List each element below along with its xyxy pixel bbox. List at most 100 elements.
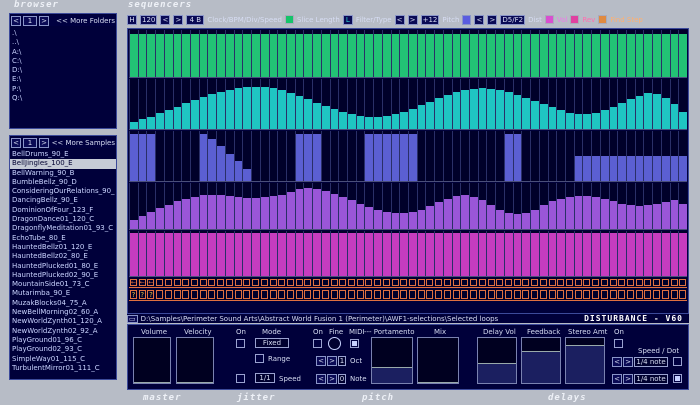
sample-item[interactable]: DragonflyMeditation01_93_C (10, 224, 116, 233)
delay-on-checkbox[interactable] (614, 339, 623, 348)
sample-item[interactable]: EchoTube_80_E (10, 234, 116, 243)
step-cell[interactable] (234, 290, 242, 299)
sample-item[interactable]: NewBellMorning02_60_A (10, 308, 116, 317)
step-bar[interactable] (339, 233, 347, 276)
step-bar[interactable] (356, 233, 365, 276)
step-bar[interactable] (531, 101, 539, 129)
step-cell[interactable] (435, 279, 443, 286)
step-bar[interactable] (156, 33, 164, 77)
step-cell[interactable] (653, 279, 661, 286)
step-bar[interactable] (618, 203, 626, 229)
step-bar[interactable] (295, 233, 304, 276)
step-bar[interactable] (347, 200, 356, 229)
step-cell[interactable] (339, 279, 347, 286)
feedback-slider[interactable] (521, 337, 561, 384)
step-bar[interactable] (609, 156, 618, 181)
sample-item[interactable]: PlayGround01_96_C (10, 336, 116, 345)
step-cell[interactable] (365, 279, 373, 286)
step-bar[interactable] (522, 97, 531, 129)
sample-item[interactable]: TurbulentMirror01_111_C (10, 364, 116, 373)
step-bar[interactable] (164, 110, 173, 129)
step-bar[interactable] (260, 196, 269, 229)
step-cell[interactable] (513, 290, 521, 299)
step-cell[interactable] (443, 279, 451, 286)
step-bar[interactable] (269, 195, 278, 229)
delay2-next-button[interactable]: > (623, 374, 633, 384)
step-bar[interactable] (496, 90, 504, 129)
step-cell[interactable] (348, 290, 355, 299)
step-bar[interactable] (208, 233, 217, 276)
step-cell[interactable] (304, 290, 312, 299)
step-bar[interactable] (252, 197, 260, 229)
step-bar[interactable] (278, 194, 286, 229)
sample-item[interactable]: DragonDance01_120_C (10, 215, 116, 224)
step-bar[interactable] (531, 233, 539, 276)
note-step-prev-button[interactable]: < (316, 374, 326, 384)
step-bar[interactable] (478, 88, 487, 129)
step-cell[interactable] (531, 279, 539, 286)
step-cell[interactable] (199, 290, 207, 299)
step-bar[interactable] (138, 233, 147, 276)
step-bar[interactable] (182, 103, 191, 129)
step-bar[interactable] (295, 33, 304, 77)
step-bar[interactable] (286, 33, 295, 77)
step-cell[interactable] (260, 290, 268, 299)
sample-item[interactable]: BumbleBellz_90_D (10, 178, 116, 187)
stereo-amt-slider[interactable] (565, 337, 605, 384)
step-bar[interactable] (164, 233, 173, 276)
folder-item[interactable]: ..\ (10, 38, 116, 47)
step-bar[interactable] (156, 208, 164, 229)
step-cell[interactable] (295, 290, 303, 299)
step-bar[interactable] (243, 33, 252, 77)
step-bar[interactable] (504, 92, 513, 129)
step-bar[interactable] (304, 233, 313, 276)
step-bar[interactable] (191, 33, 199, 77)
step-cell[interactable] (461, 290, 469, 299)
lane-find-steps[interactable]: ??? (129, 289, 687, 301)
step-cell[interactable] (435, 290, 443, 299)
step-bar[interactable] (487, 233, 496, 276)
step-bar[interactable] (426, 206, 435, 229)
sample-item[interactable]: Mutarimba_90_E (10, 289, 116, 298)
step-bar[interactable] (661, 233, 670, 276)
step-bar[interactable] (391, 233, 400, 276)
h-button[interactable]: H (127, 14, 137, 25)
step-bar[interactable] (461, 233, 470, 276)
step-cell[interactable]: ? (138, 290, 146, 299)
step-bar[interactable] (626, 205, 635, 229)
step-bar[interactable] (626, 33, 635, 77)
step-bar[interactable] (583, 33, 592, 77)
delay-vol-slider[interactable] (477, 337, 517, 384)
step-cell[interactable] (679, 290, 687, 299)
step-bar[interactable] (592, 233, 600, 276)
step-bar[interactable] (653, 33, 661, 77)
step-bar[interactable] (382, 211, 391, 229)
step-bar[interactable] (574, 114, 583, 129)
step-bar[interactable] (670, 33, 679, 77)
sample-item[interactable]: ConsideringOurRelations_90_ (10, 187, 116, 196)
step-bar[interactable] (574, 156, 583, 181)
folder-item[interactable]: P:\ (10, 85, 116, 94)
step-bar[interactable] (356, 203, 365, 229)
step-cell[interactable] (426, 279, 434, 286)
pitch-swatch[interactable] (462, 14, 472, 25)
delay1-next-button[interactable]: > (623, 357, 633, 367)
step-cell[interactable] (278, 290, 286, 299)
step-bar[interactable] (565, 33, 574, 77)
step-bar[interactable] (661, 98, 670, 129)
step-bar[interactable] (618, 33, 626, 77)
step-bar[interactable] (539, 233, 548, 276)
step-bar[interactable] (225, 233, 234, 276)
step-bar[interactable] (452, 92, 461, 129)
step-bar[interactable] (313, 33, 321, 77)
step-bar[interactable] (435, 233, 443, 276)
step-bar[interactable] (548, 233, 557, 276)
step-bar[interactable] (452, 33, 461, 77)
delay2-prev-button[interactable]: < (612, 374, 622, 384)
find-step-swatch[interactable] (598, 15, 608, 24)
step-bar[interactable] (138, 119, 147, 129)
fine-knob[interactable] (328, 337, 341, 350)
step-cell[interactable] (252, 290, 260, 299)
step-bar[interactable] (670, 200, 679, 229)
step-bar[interactable] (609, 33, 618, 77)
